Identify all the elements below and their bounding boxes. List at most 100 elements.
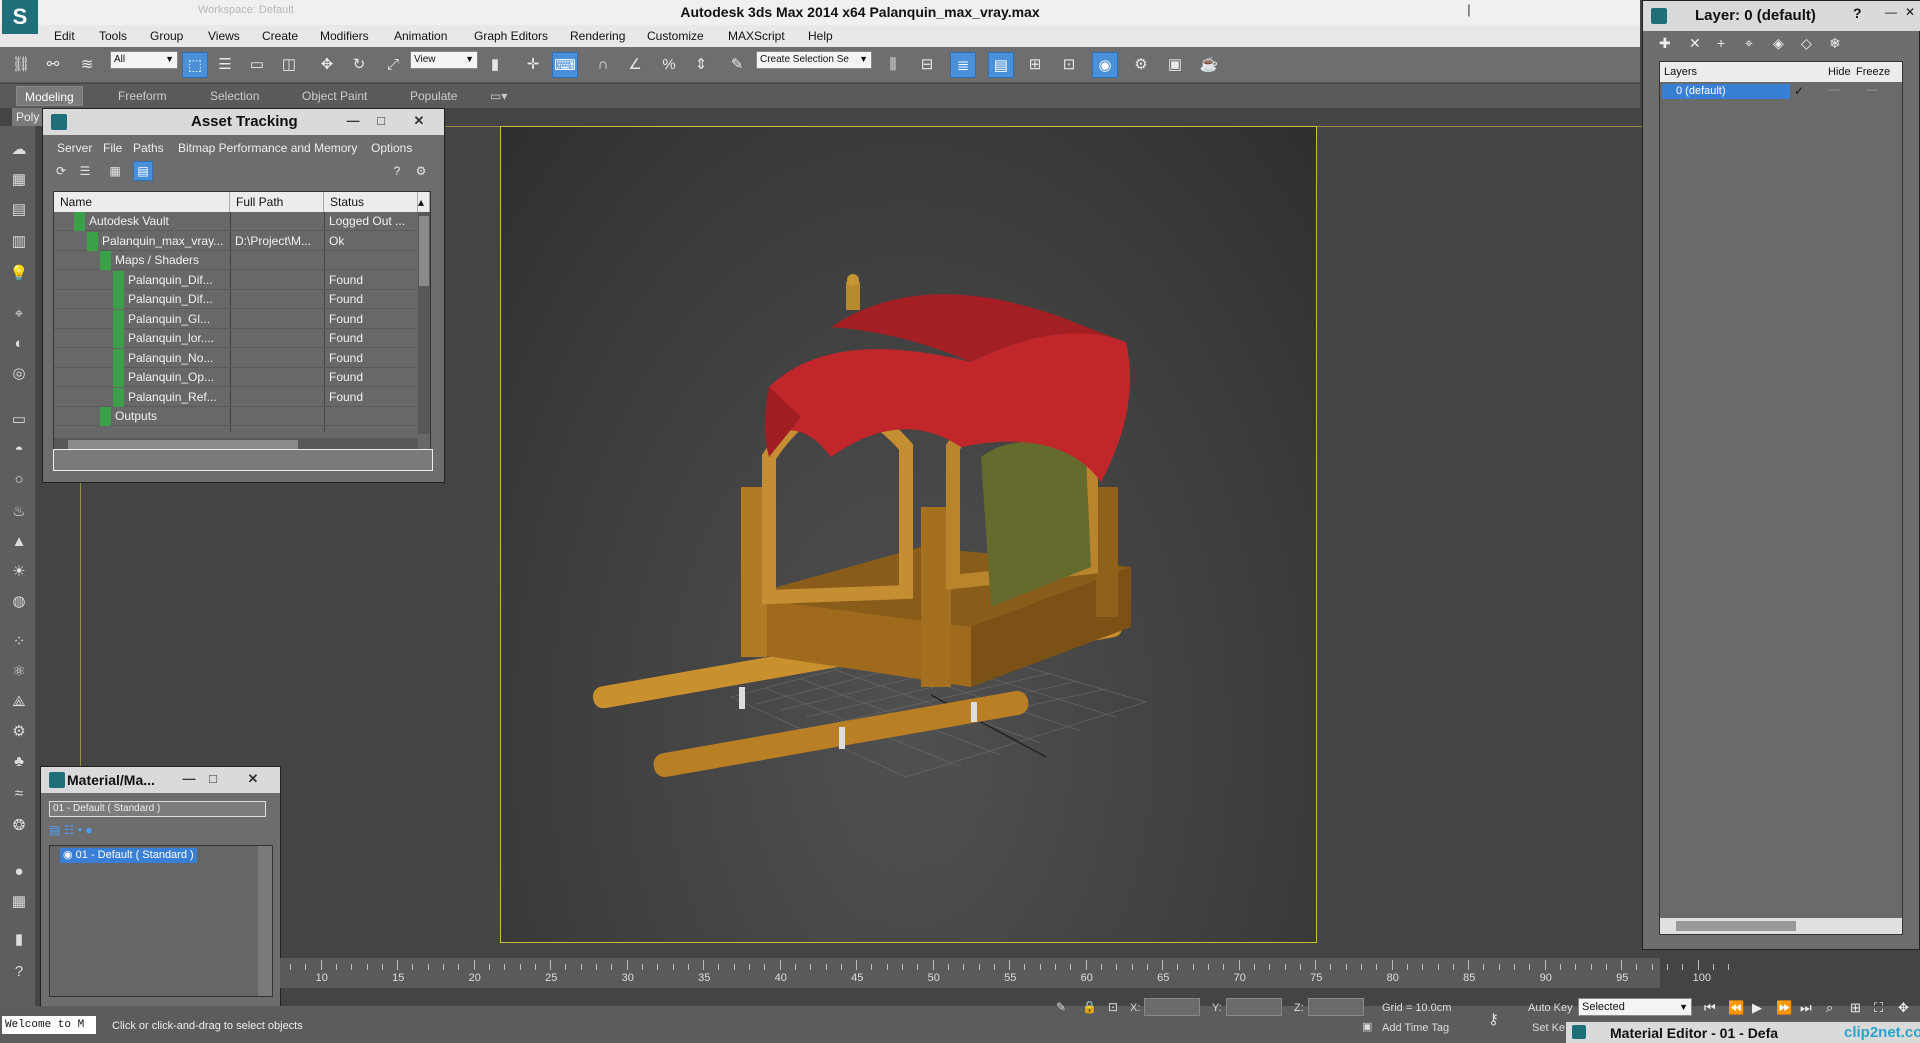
bind-space-warp-icon[interactable]: ≋ <box>74 52 100 78</box>
edit-named-selection-icon[interactable]: ✎ <box>724 52 750 78</box>
tab-selection[interactable]: Selection <box>210 89 259 103</box>
light-bulb-icon[interactable]: 💡 <box>6 262 32 286</box>
modify-icon[interactable]: ▤ <box>6 198 32 222</box>
table-row[interactable]: Palanquin_max_vray.... D:\Project\M... Ok <box>54 231 416 251</box>
sphere-icon[interactable]: ● <box>85 823 92 837</box>
help-button[interactable]: ? <box>1853 5 1862 21</box>
cone-icon[interactable]: ▲ <box>6 530 32 554</box>
spinner-snap-icon[interactable]: ⇕ <box>688 52 714 78</box>
small-sphere-icon[interactable]: • <box>78 823 82 837</box>
y-coordinate-field[interactable] <box>1226 998 1282 1016</box>
refresh-icon[interactable]: ⟳ <box>51 161 71 181</box>
menu-edit[interactable]: Edit <box>54 29 75 43</box>
menu-maxscript[interactable]: MAXScript <box>728 29 785 43</box>
render-setup-icon[interactable]: ⚙ <box>1128 52 1154 78</box>
keyboard-shortcut-override-icon[interactable]: ⌨ <box>552 52 578 78</box>
auto-key-button[interactable]: Auto Key <box>1528 1002 1573 1014</box>
column-header-status[interactable]: Status <box>324 192 418 212</box>
timeline-ruler[interactable]: 10 15 20 25 30 35 40 45 50 55 60 65 70 75 80 85 90 95 100 <box>280 958 1730 988</box>
utility-icon[interactable]: ◐ <box>6 332 32 356</box>
next-frame-icon[interactable]: ⏩ <box>1776 1000 1792 1016</box>
material-window-titlebar[interactable]: Material/Ma... — □ ✕ <box>41 767 280 793</box>
workspace-dropdown[interactable]: Workspace: Default <box>198 4 358 22</box>
select-manipulate-icon[interactable]: ✛ <box>520 52 546 78</box>
pyramid-icon[interactable]: ⟁ <box>6 690 32 714</box>
isolate-icon[interactable]: ✎ <box>1056 1000 1070 1014</box>
app-logo-icon[interactable]: S <box>2 0 38 34</box>
play-icon[interactable]: ▶ <box>1752 1000 1762 1016</box>
maxscript-listener[interactable]: Welcome to M <box>2 1016 96 1034</box>
calculator-icon[interactable]: ▦ <box>6 890 32 914</box>
add-time-tag-icon[interactable]: ▣ <box>1362 1020 1372 1033</box>
mirror-icon[interactable]: ⫼ <box>880 52 906 78</box>
layer-row-default[interactable]: 0 (default) <box>1662 84 1790 99</box>
menu-animation[interactable]: Animation <box>394 29 447 43</box>
layer-window-titlebar[interactable]: Layer: 0 (default) ? — ✕ <box>1643 1 1920 31</box>
layer-explorer-icon[interactable]: ≣ <box>950 52 976 78</box>
table-row[interactable]: Palanquin_lor.... Found <box>54 329 416 348</box>
maximize-icon[interactable]: □ <box>201 767 225 791</box>
material-list-item[interactable]: ◉ 01 - Default ( Standard ) <box>60 848 197 863</box>
table-view-icon[interactable]: ▤ <box>133 161 153 181</box>
molecule-icon[interactable]: ⚛ <box>6 660 32 684</box>
hemisphere-icon[interactable]: ◓ <box>6 438 32 462</box>
minimize-icon[interactable]: — <box>341 109 365 133</box>
palanquin-model[interactable] <box>501 127 1318 944</box>
horizontal-scrollbar[interactable] <box>1660 918 1902 934</box>
material-editor-icon[interactable]: ◉ <box>1092 52 1118 78</box>
plane-icon[interactable]: ▭ <box>6 408 32 432</box>
reel-icon[interactable]: ◎ <box>6 362 32 386</box>
hide-all-icon[interactable]: ◇ <box>1801 35 1812 52</box>
sun-icon[interactable]: ☀ <box>6 560 32 584</box>
bowl-icon[interactable]: ♨ <box>6 500 32 524</box>
selection-filter-dropdown[interactable]: All ▼ <box>110 51 178 69</box>
table-row[interactable]: Palanquin_Dif... Found <box>54 270 416 290</box>
reference-coordinate-dropdown[interactable]: View ▼ <box>410 51 478 69</box>
named-selection-set-dropdown[interactable]: Create Selection Se ▼ <box>756 51 872 69</box>
table-row[interactable]: Palanquin_No... Found <box>54 348 416 368</box>
table-row[interactable]: Palanquin_Gl... Found <box>54 309 416 329</box>
rotate-icon[interactable]: ↻ <box>346 52 372 78</box>
menu-modifiers[interactable]: Modifiers <box>320 29 369 43</box>
scrollbar-thumb[interactable] <box>1676 921 1796 931</box>
pan-icon[interactable]: ✥ <box>1898 1000 1909 1016</box>
column-header-layers[interactable]: Layers <box>1664 66 1697 78</box>
teapot-icon[interactable]: ☁ <box>6 138 32 162</box>
help-icon[interactable]: ? <box>6 960 32 984</box>
rendered-frame-window-icon[interactable]: ▣ <box>1162 52 1188 78</box>
absolute-mode-icon[interactable]: ⊡ <box>1108 1000 1122 1014</box>
particle-icon[interactable]: ⁘ <box>6 630 32 654</box>
link-icon[interactable]: ⛓ <box>8 52 34 78</box>
lights-icon[interactable]: ▮ <box>6 928 32 952</box>
menu-create[interactable]: Create <box>262 29 298 43</box>
table-row[interactable]: Palanquin_Ref... Found <box>54 387 416 407</box>
tree-view-icon[interactable]: ☷ <box>64 823 75 837</box>
table-row[interactable]: Autodesk Vault Logged Out ... <box>54 212 416 231</box>
scale-icon[interactable]: ⤢ <box>380 52 406 78</box>
menu-server[interactable]: Server <box>57 141 92 155</box>
previous-frame-icon[interactable]: ⏪ <box>1728 1000 1744 1016</box>
select-layer-icon[interactable]: ⌖ <box>1745 35 1753 52</box>
delete-layer-icon[interactable]: ✕ <box>1689 35 1701 52</box>
menu-graph-editors[interactable]: Graph Editors <box>474 29 548 43</box>
select-by-name-icon[interactable]: ☰ <box>212 52 238 78</box>
table-row[interactable]: Maps / Shaders <box>54 251 416 270</box>
table-row[interactable]: Palanquin_Dif... Found <box>54 290 416 309</box>
z-coordinate-field[interactable] <box>1308 998 1364 1016</box>
zoom-icon[interactable]: ⌕ <box>1826 1000 1833 1016</box>
tab-object-paint[interactable]: Object Paint <box>302 89 367 103</box>
hide-toggle[interactable]: — <box>1828 82 1840 96</box>
add-to-layer-icon[interactable]: + <box>1717 35 1725 51</box>
menu-group[interactable]: Group <box>150 29 183 43</box>
render-production-icon[interactable]: ☕ <box>1196 52 1222 78</box>
menu-file[interactable]: File <box>103 141 122 155</box>
column-header-freeze[interactable]: Freeze <box>1856 66 1890 78</box>
list-view-icon[interactable]: ▤ <box>49 823 60 837</box>
vertical-scrollbar[interactable] <box>258 846 272 996</box>
menu-help[interactable]: Help <box>808 29 833 43</box>
menu-paths[interactable]: Paths <box>133 141 164 155</box>
pivot-center-icon[interactable]: ▮ <box>482 52 508 78</box>
schematic-view-icon[interactable]: ⊡ <box>1056 52 1082 78</box>
maximize-viewport-icon[interactable]: ⛶ <box>1874 1000 1883 1016</box>
sphere-icon[interactable]: ○ <box>6 468 32 492</box>
